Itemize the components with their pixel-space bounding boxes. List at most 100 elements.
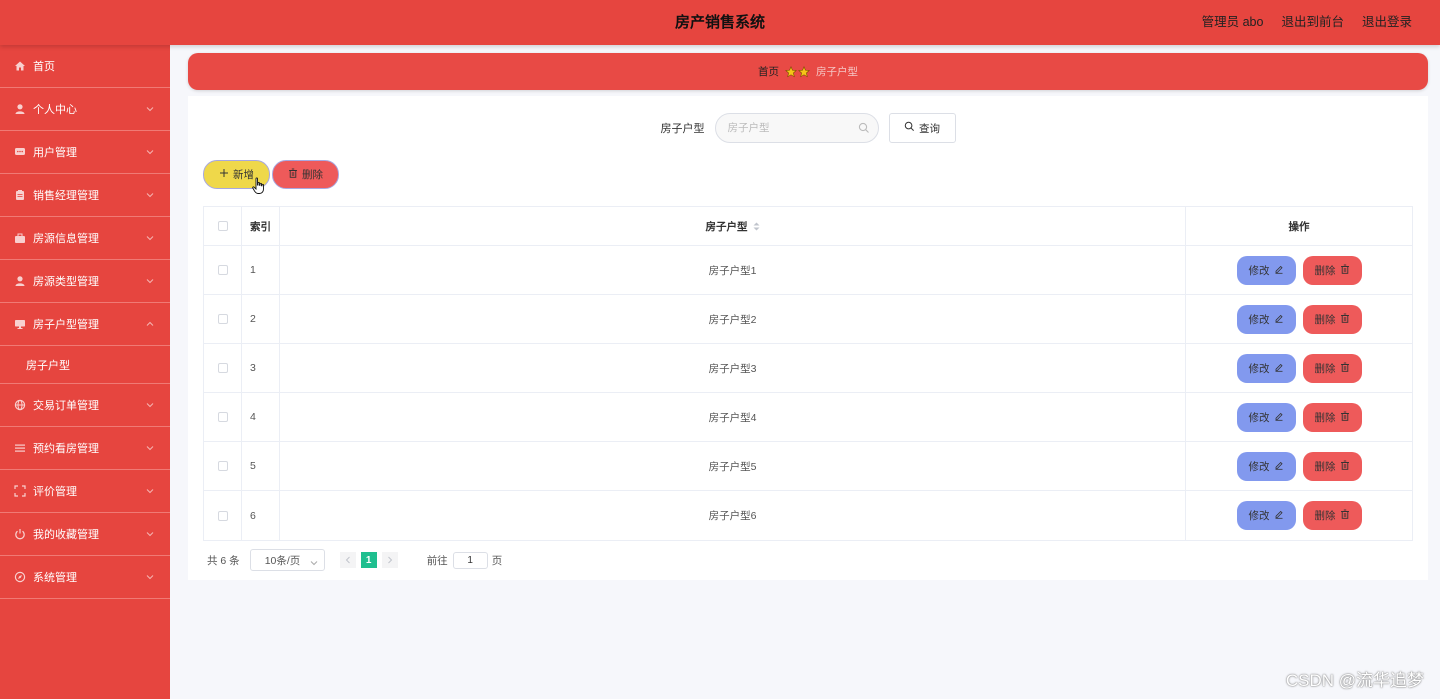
- row-checkbox[interactable]: [217, 510, 228, 521]
- chat-icon: [14, 146, 26, 158]
- sidebar-subitem-house-layout[interactable]: 房子户型: [0, 346, 170, 384]
- table-header: 索引 房子户型 操作: [204, 207, 1412, 246]
- batch-delete-label: 删除: [302, 169, 323, 181]
- sidebar-item-house-layout[interactable]: 房子户型管理: [0, 303, 170, 346]
- chevron-down-icon: [146, 148, 154, 156]
- delete-button[interactable]: 删除: [1302, 353, 1362, 383]
- delete-button[interactable]: 删除: [1302, 255, 1362, 285]
- edit-icon: [1274, 509, 1284, 522]
- goto-page-input[interactable]: [452, 551, 488, 569]
- prev-page-button[interactable]: [339, 552, 356, 568]
- row-house-type: 房子户型5: [280, 442, 1186, 490]
- batch-delete-button[interactable]: 删除: [272, 160, 339, 189]
- chevron-down-icon: [146, 234, 154, 242]
- query-button-label: 查询: [919, 122, 940, 135]
- sidebar-item-label: 房源信息管理: [33, 233, 99, 245]
- table-row: 5 房子户型5 修改 删除: [204, 442, 1412, 491]
- power-icon: [14, 528, 26, 540]
- edit-button[interactable]: 修改: [1236, 353, 1296, 383]
- trash-icon: [1340, 411, 1350, 424]
- globe-icon: [14, 399, 26, 411]
- sidebar-item-favorites[interactable]: 我的收藏管理: [0, 513, 170, 556]
- sidebar-item-reviews[interactable]: 评价管理: [0, 470, 170, 513]
- page-suffix: 页: [491, 554, 503, 567]
- delete-button-label: 删除: [1314, 510, 1336, 522]
- sidebar-item-viewing-appointments[interactable]: 预约看房管理: [0, 427, 170, 470]
- home-icon: [14, 60, 26, 72]
- sidebar-item-sales-manager[interactable]: 销售经理管理: [0, 174, 170, 217]
- edit-icon: [1274, 313, 1284, 326]
- sidebar-item-label: 我的收藏管理: [33, 529, 99, 541]
- row-checkbox[interactable]: [217, 265, 228, 275]
- row-actions: 修改 删除: [1186, 393, 1412, 441]
- table-row: 1 房子户型1 修改 删除: [204, 246, 1412, 295]
- plus-icon: [219, 168, 229, 181]
- sidebar-item-label: 个人中心: [33, 104, 77, 116]
- row-index: 3: [242, 344, 280, 392]
- sort-icon[interactable]: [753, 222, 760, 231]
- suitcase-icon: [14, 232, 26, 244]
- search-input[interactable]: [714, 113, 879, 143]
- sidebar-item-home[interactable]: 首页: [0, 45, 170, 88]
- edit-button-label: 修改: [1248, 264, 1270, 277]
- row-checkbox[interactable]: [217, 363, 228, 373]
- search-input-wrap: [714, 113, 879, 143]
- row-actions: 修改 删除: [1186, 344, 1412, 392]
- breadcrumb-current: 房子户型: [816, 66, 858, 78]
- page-size-select[interactable]: 10条/页: [249, 549, 325, 571]
- edit-icon: [1274, 362, 1284, 375]
- row-check-cell: [204, 393, 242, 441]
- chevron-down-icon: [146, 105, 154, 113]
- hand-cursor-icon: [252, 177, 266, 195]
- add-button[interactable]: 新增: [203, 160, 270, 194]
- top-bar: 房产销售系统 管理员 abo 退出到前台 退出登录: [0, 0, 1440, 45]
- row-check-cell: [204, 246, 242, 294]
- delete-button[interactable]: 删除: [1302, 304, 1362, 334]
- next-page-button[interactable]: [381, 552, 398, 568]
- select-all-checkbox[interactable]: [217, 221, 228, 231]
- sidebar-item-user-management[interactable]: 用户管理: [0, 131, 170, 174]
- edit-icon: [1274, 264, 1284, 277]
- edit-button[interactable]: 修改: [1236, 304, 1296, 334]
- sidebar-item-personal-center[interactable]: 个人中心: [0, 88, 170, 131]
- frame-icon: [14, 485, 26, 497]
- sidebar-item-label: 评价管理: [33, 486, 77, 498]
- page-number-button[interactable]: 1: [360, 552, 377, 568]
- breadcrumb-home[interactable]: 首页: [758, 64, 779, 79]
- trash-icon: [288, 168, 298, 181]
- edit-button[interactable]: 修改: [1236, 402, 1296, 432]
- chevron-right-icon: [387, 556, 392, 564]
- edit-button-label: 修改: [1248, 313, 1270, 326]
- add-button-label: 新增: [233, 169, 254, 181]
- edit-button-label: 修改: [1248, 460, 1270, 473]
- table-row: 3 房子户型3 修改 删除: [204, 344, 1412, 393]
- sidebar-item-system-management[interactable]: 系统管理: [0, 556, 170, 599]
- edit-button[interactable]: 修改: [1236, 255, 1296, 285]
- delete-button[interactable]: 删除: [1302, 501, 1362, 530]
- header-type[interactable]: 房子户型: [280, 207, 1186, 245]
- search-icon: [858, 122, 870, 134]
- sidebar-item-transaction-orders[interactable]: 交易订单管理: [0, 384, 170, 427]
- edit-button-label: 修改: [1248, 510, 1270, 522]
- admin-label[interactable]: 管理员 abo: [1202, 0, 1264, 45]
- edit-button[interactable]: 修改: [1236, 451, 1296, 481]
- sidebar-item-property-type[interactable]: 房源类型管理: [0, 260, 170, 303]
- monitor-icon: [14, 318, 26, 330]
- trash-icon: [1340, 460, 1350, 473]
- delete-button[interactable]: 删除: [1302, 451, 1362, 481]
- edit-button[interactable]: 修改: [1236, 501, 1296, 530]
- query-button[interactable]: 查询: [888, 113, 956, 143]
- exit-to-front-link[interactable]: 退出到前台: [1281, 0, 1344, 45]
- table-row: 4 房子户型4 修改 删除: [204, 393, 1412, 442]
- sidebar-item-property-info[interactable]: 房源信息管理: [0, 217, 170, 260]
- row-checkbox[interactable]: [217, 461, 228, 471]
- sidebar-item-label: 系统管理: [33, 572, 77, 584]
- row-checkbox[interactable]: [217, 314, 228, 324]
- logout-link[interactable]: 退出登录: [1362, 0, 1412, 45]
- user-icon: [14, 103, 26, 115]
- row-checkbox[interactable]: [217, 412, 228, 422]
- delete-button[interactable]: 删除: [1302, 402, 1362, 432]
- delete-button-label: 删除: [1314, 460, 1336, 473]
- list-icon: [14, 442, 26, 454]
- row-actions: 修改 删除: [1186, 442, 1412, 490]
